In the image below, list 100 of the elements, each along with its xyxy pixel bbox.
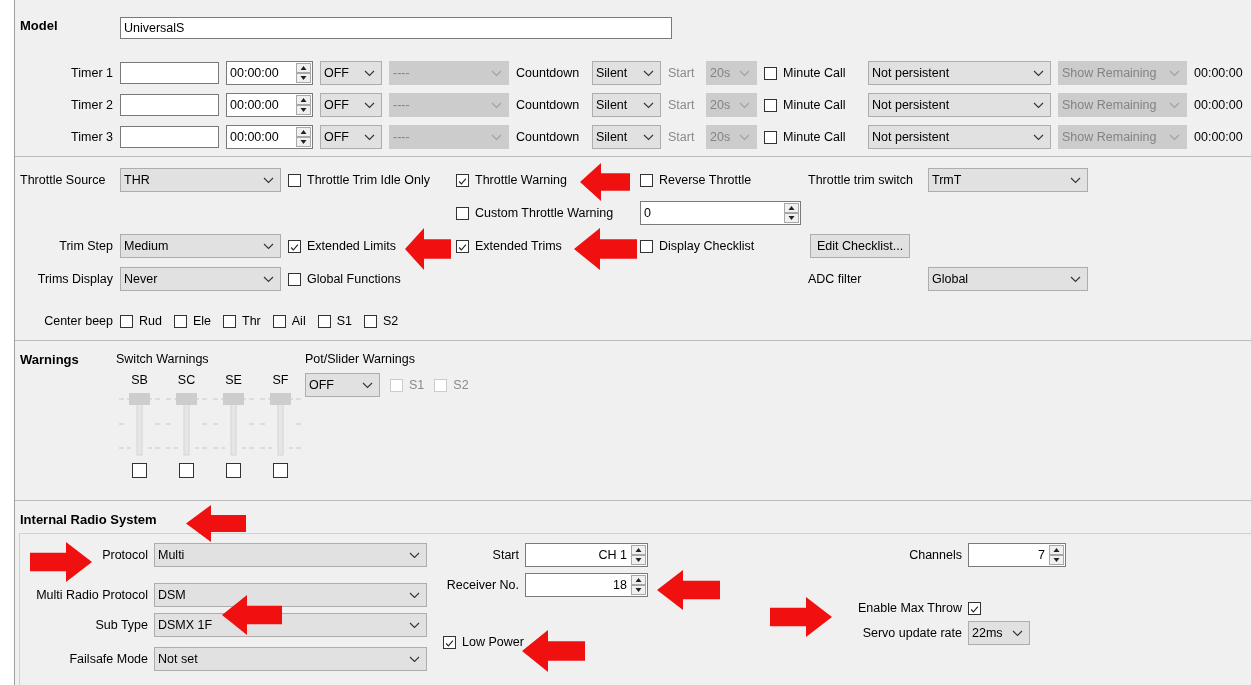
annotation-arrow <box>222 595 282 635</box>
dropdown[interactable]: OFF <box>320 61 382 85</box>
checkbox[interactable] <box>640 173 653 187</box>
dropdown[interactable]: OFF <box>320 125 382 149</box>
switch-slider[interactable] <box>163 393 210 457</box>
section-title: Model <box>20 17 59 33</box>
chevron-icon <box>739 133 750 141</box>
checkbox[interactable] <box>179 463 194 478</box>
chevron-icon <box>491 69 502 77</box>
checkbox[interactable] <box>132 463 147 478</box>
spin-box[interactable]: 7 <box>968 543 1066 567</box>
start-label: Start <box>668 98 696 112</box>
switch-slider[interactable] <box>116 393 163 457</box>
checkbox-label: Throttle Warning <box>475 173 567 187</box>
dropdown[interactable]: Not persistent <box>868 125 1051 149</box>
checkbox[interactable] <box>226 463 241 478</box>
checkbox[interactable] <box>764 130 777 144</box>
checkbox[interactable] <box>968 601 981 615</box>
dropdown[interactable]: Not persistent <box>868 61 1051 85</box>
checkbox[interactable] <box>288 272 301 286</box>
dropdown[interactable]: TrmT <box>928 168 1088 192</box>
dropdown[interactable]: OFF <box>320 93 382 117</box>
checkbox[interactable] <box>317 314 331 328</box>
edit-checklist-button[interactable]: Edit Checklist... <box>810 234 911 258</box>
checkbox[interactable] <box>363 314 377 328</box>
slider-thumb[interactable] <box>176 393 197 405</box>
dropdown[interactable]: THR <box>120 168 281 192</box>
switch-label: SB <box>131 373 148 387</box>
timer-name-field[interactable] <box>120 62 219 84</box>
checkbox-label: Ele <box>192 314 211 328</box>
timer-name-field[interactable] <box>120 94 219 116</box>
spin-box[interactable]: 18 <box>525 573 648 597</box>
switch-slider[interactable] <box>257 393 304 457</box>
switch-label: SE <box>225 373 242 387</box>
group-label: Pot/Slider Warnings <box>305 352 416 366</box>
chevron-icon <box>491 101 502 109</box>
slider-thumb[interactable] <box>129 393 150 405</box>
dropdown[interactable]: Silent <box>592 125 661 149</box>
up-down-arrows-icon <box>631 575 646 595</box>
checkbox[interactable] <box>456 206 469 220</box>
spin-box[interactable]: 00:00:00 <box>226 61 313 85</box>
checkbox[interactable] <box>764 98 777 112</box>
annotation-arrow <box>30 542 92 582</box>
checkbox-label: Minute Call <box>783 130 846 144</box>
dropdown[interactable]: OFF <box>305 373 380 397</box>
spin-box[interactable]: 00:00:00 <box>226 93 313 117</box>
timer-label: Timer 1 <box>70 66 113 80</box>
checkbox[interactable] <box>173 314 187 328</box>
countdown-label: Countdown <box>516 66 581 80</box>
checkbox-label: Minute Call <box>783 98 846 112</box>
checkbox[interactable] <box>764 66 777 80</box>
chevron-icon <box>1012 629 1023 637</box>
dropdown[interactable]: Never <box>120 267 281 291</box>
checkbox-label: Ail <box>291 314 306 328</box>
checkbox[interactable] <box>443 635 456 649</box>
dropdown[interactable]: DSM <box>154 583 427 607</box>
dropdown[interactable]: Multi <box>154 543 427 567</box>
checkbox[interactable] <box>288 239 301 253</box>
timer-label: Timer 2 <box>70 98 113 112</box>
timer-name-field[interactable] <box>120 126 219 148</box>
checkbox[interactable] <box>273 463 288 478</box>
switch-label: SC <box>177 373 196 387</box>
checkbox-label: Global Functions <box>307 272 401 286</box>
model-name-field[interactable]: UniversalS <box>120 17 672 39</box>
checkbox[interactable] <box>288 173 301 187</box>
checkbox-label: Thr <box>242 314 261 328</box>
checkbox[interactable] <box>640 239 653 253</box>
checkbox[interactable] <box>120 314 133 328</box>
countdown-label: Countdown <box>516 130 581 144</box>
slider-thumb[interactable] <box>270 393 291 405</box>
checkbox[interactable] <box>272 314 286 328</box>
dropdown[interactable]: Medium <box>120 234 281 258</box>
chevron-icon <box>643 101 654 109</box>
switch-slider[interactable] <box>210 393 257 457</box>
spin-box[interactable]: 0 <box>640 201 801 225</box>
field-label: Multi Radio Protocol <box>35 588 148 602</box>
checkbox-label: Display Checklist <box>659 239 755 253</box>
dropdown[interactable]: 22ms <box>968 621 1030 645</box>
checkbox[interactable] <box>456 239 469 253</box>
dropdown[interactable]: Silent <box>592 61 661 85</box>
checkbox-label: Low Power <box>462 635 524 649</box>
checkbox-label: Throttle Trim Idle Only <box>307 173 430 187</box>
checkbox[interactable] <box>456 173 469 187</box>
field-label: Protocol <box>101 548 148 562</box>
spin-box[interactable]: CH 1 <box>525 543 648 567</box>
chevron-icon <box>643 69 654 77</box>
dropdown[interactable]: Silent <box>592 93 661 117</box>
timer-value: 00:00:00 <box>1194 130 1244 144</box>
dropdown[interactable]: Global <box>928 267 1088 291</box>
spin-box[interactable]: 00:00:00 <box>226 125 313 149</box>
checkbox[interactable] <box>223 314 236 328</box>
slider-thumb[interactable] <box>223 393 244 405</box>
chevron-icon <box>1169 101 1180 109</box>
chevron-icon <box>643 133 654 141</box>
checkbox-label: S2 <box>382 314 399 328</box>
dropdown[interactable]: Not set <box>154 647 427 671</box>
dropdown[interactable]: Not persistent <box>868 93 1051 117</box>
group-label: Switch Warnings <box>116 352 210 366</box>
chevron-icon <box>364 69 375 77</box>
field-label: Trims Display <box>36 272 113 286</box>
